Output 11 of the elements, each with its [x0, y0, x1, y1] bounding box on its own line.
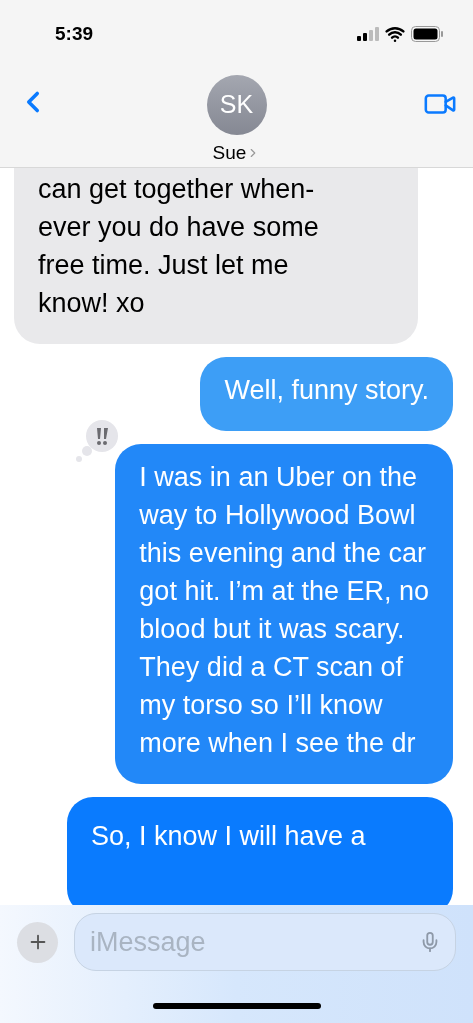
signal-icon	[357, 27, 379, 42]
add-button[interactable]	[17, 921, 58, 963]
message-bubble: Well, funny story.	[200, 357, 453, 431]
message-bubble: can get together when- ever you do have some free time. Just let me know! xo	[14, 168, 418, 344]
contact-name[interactable]: Sue	[212, 138, 261, 167]
status-time: 5:39	[55, 22, 94, 46]
message-bubble: I was in an Uber on the way to Hollywood Bowl this evening and the car got hit. I’m at the ER, no blood but it was scary. They did a CT scan of my torso so I’ll know more when I see the dr	[115, 444, 453, 784]
battery-icon	[411, 26, 443, 43]
message-field[interactable]: iMessage	[74, 913, 456, 971]
tapback-icon	[75, 419, 120, 463]
wifi-icon	[385, 24, 405, 45]
